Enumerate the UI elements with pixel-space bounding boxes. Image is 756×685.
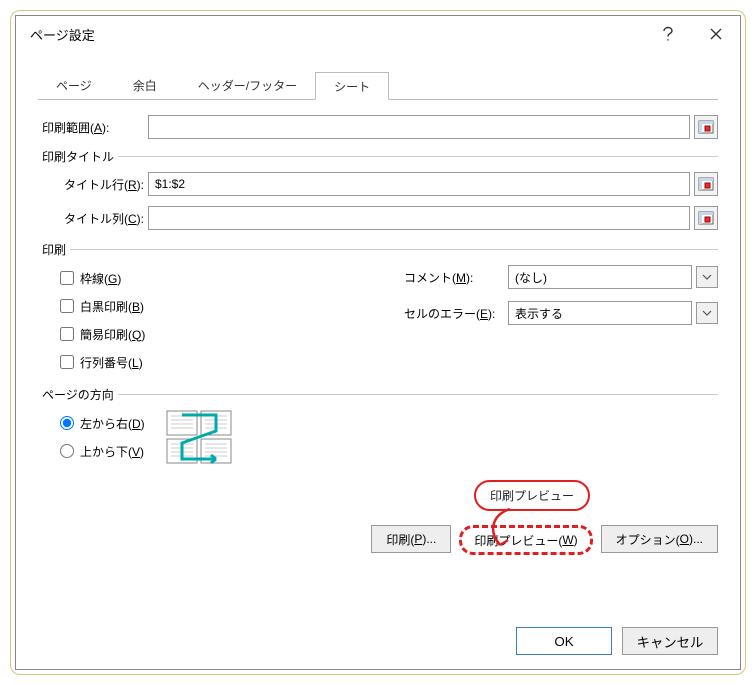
tab-margins[interactable]: 余白 [110,72,180,100]
comments-dropdown-button[interactable] [696,266,718,288]
tab-page[interactable]: ページ [38,72,110,100]
page-order-ltr-row[interactable]: 左から右(D) [60,409,145,437]
cancel-button[interactable]: キャンセル [622,627,718,655]
draft-checkbox-row[interactable]: 簡易印刷(Q) [60,320,374,348]
gridlines-checkbox[interactable] [60,271,74,285]
gridlines-checkbox-row[interactable]: 枠線(G) [60,264,374,292]
rowcol-checkbox[interactable] [60,355,74,369]
print-area-label: 印刷範囲(A): [38,119,148,136]
close-button[interactable] [692,16,740,52]
title-rows-label: タイトル行(R): [38,176,148,193]
chevron-down-icon [702,274,712,280]
range-select-icon [698,120,714,134]
errors-label: セルのエラー(E): [404,305,508,322]
comments-select[interactable]: (なし) [508,265,692,289]
print-area-input[interactable] [148,115,690,139]
ok-button[interactable]: OK [516,627,612,655]
tab-sheet[interactable]: シート [315,72,389,100]
print-area-range-button[interactable] [694,115,718,139]
print-button[interactable]: 印刷(P)... [371,525,451,553]
page-setup-dialog: ページ設定 ページ 余白 ヘッダー/フッター シート 印刷範囲(A): [15,15,741,670]
draft-checkbox[interactable] [60,327,74,341]
print-preview-button[interactable]: 印刷プレビュー(W) [459,525,592,555]
comments-value: (なし) [515,269,547,286]
titlebar: ページ設定 [16,16,740,52]
annotation-arrow-icon [482,507,522,553]
page-order-group-label: ページの方向 [42,386,114,403]
page-order-ttb-radio[interactable] [60,444,74,458]
range-select-icon [698,177,714,191]
bw-checkbox[interactable] [60,299,74,313]
bw-checkbox-row[interactable]: 白黒印刷(B) [60,292,374,320]
page-order-ttb-row[interactable]: 上から下(V) [60,437,145,465]
title-cols-input[interactable] [148,206,690,230]
print-group-label: 印刷 [42,241,66,258]
title-rows-input[interactable] [148,172,690,196]
comments-label: コメント(M): [404,269,508,286]
chevron-down-icon [702,310,712,316]
dialog-title: ページ設定 [30,25,644,44]
range-select-icon [698,211,714,225]
title-rows-range-button[interactable] [694,172,718,196]
tab-bar: ページ 余白 ヘッダー/フッター シート [38,72,718,100]
title-cols-range-button[interactable] [694,206,718,230]
errors-select[interactable]: 表示する [508,301,692,325]
options-button[interactable]: オプション(O)... [601,525,718,553]
page-order-ltr-radio[interactable] [60,416,74,430]
errors-dropdown-button[interactable] [696,302,718,324]
title-cols-label: タイトル列(C): [38,210,148,227]
print-titles-group-label: 印刷タイトル [42,148,114,165]
rowcol-checkbox-row[interactable]: 行列番号(L) [60,348,374,376]
help-button[interactable] [644,16,692,52]
tab-headerfooter[interactable]: ヘッダー/フッター [180,72,315,100]
page-order-icon [165,409,235,465]
close-icon [709,27,723,41]
errors-value: 表示する [515,305,563,322]
help-icon [661,26,675,42]
